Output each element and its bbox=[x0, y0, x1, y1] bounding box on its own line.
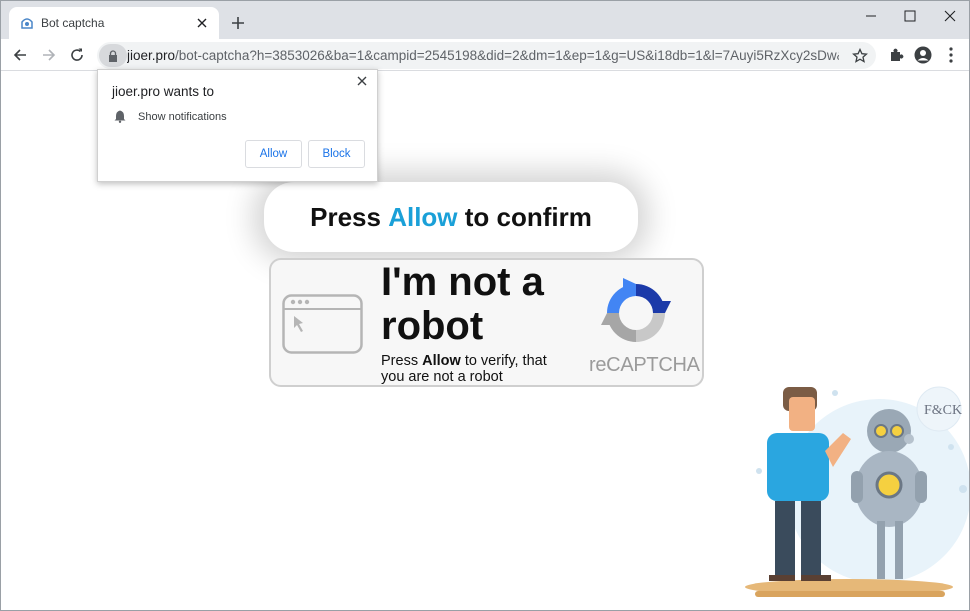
close-window-icon[interactable] bbox=[935, 5, 965, 27]
menu-kebab-icon[interactable] bbox=[940, 44, 962, 66]
maximize-icon[interactable] bbox=[895, 5, 925, 27]
url-host: jioer.pro bbox=[127, 48, 176, 63]
popup-close-icon[interactable] bbox=[355, 74, 369, 88]
address-bar[interactable]: jioer.pro/bot-captcha?h=3853026&ba=1&cam… bbox=[97, 42, 876, 69]
profile-avatar-icon[interactable] bbox=[912, 44, 934, 66]
badge-text: F&CK bbox=[924, 403, 962, 418]
back-icon[interactable] bbox=[8, 43, 32, 67]
lock-icon[interactable] bbox=[99, 44, 127, 67]
block-button[interactable]: Block bbox=[308, 140, 365, 168]
bookmark-star-icon[interactable] bbox=[850, 46, 870, 66]
url-path: /bot-captcha?h=3853026&ba=1&campid=25451… bbox=[175, 48, 839, 63]
captcha-title: I'm not a robot bbox=[381, 260, 544, 348]
permission-title: jioer.pro wants to bbox=[112, 84, 215, 99]
reload-icon[interactable] bbox=[65, 43, 89, 67]
toolbar: jioer.pro/bot-captcha?h=3853026&ba=1&cam… bbox=[1, 39, 969, 71]
notification-permission-popup: jioer.pro wants to Show notifications Al… bbox=[97, 69, 378, 182]
banner-text-before: Press bbox=[310, 201, 381, 232]
recaptcha-logo-icon bbox=[601, 278, 671, 348]
tab-strip: Bot captcha bbox=[1, 1, 969, 39]
url-text[interactable]: jioer.pro/bot-captcha?h=3853026&ba=1&cam… bbox=[127, 48, 839, 63]
captcha-sub-bold: Allow bbox=[422, 353, 461, 369]
fake-captcha-box: I'm not a robot Press Allow to verify, t… bbox=[269, 258, 704, 387]
tab-title: Bot captcha bbox=[41, 16, 105, 30]
banner-highlight: Allow bbox=[388, 201, 458, 232]
tab-favicon-icon bbox=[19, 15, 35, 31]
tab-close-icon[interactable] bbox=[193, 14, 211, 32]
press-allow-banner: Press Allow to confirm bbox=[264, 182, 638, 252]
new-tab-icon[interactable] bbox=[227, 12, 249, 34]
permission-item: Show notifications bbox=[138, 111, 227, 123]
recaptcha-brand-text: reCAPTCHA bbox=[589, 354, 700, 376]
banner-text-after: to confirm bbox=[464, 201, 592, 232]
bell-icon bbox=[114, 110, 126, 123]
tab-bot-captcha[interactable]: Bot captcha bbox=[9, 7, 219, 39]
captcha-subtitle: Press Allow to verify, that you are not … bbox=[381, 353, 561, 385]
minimize-icon[interactable] bbox=[856, 5, 886, 27]
browser-window: Bot captcha jioer.pro/bot-captcha?h=3853… bbox=[0, 0, 970, 611]
allow-button[interactable]: Allow bbox=[245, 140, 302, 168]
robot-person-illustration: F&CK bbox=[739, 381, 969, 607]
browser-window-icon bbox=[282, 294, 364, 354]
captcha-sub-before: Press bbox=[381, 353, 419, 369]
forward-icon[interactable] bbox=[37, 43, 61, 67]
extensions-puzzle-icon[interactable] bbox=[885, 44, 907, 66]
